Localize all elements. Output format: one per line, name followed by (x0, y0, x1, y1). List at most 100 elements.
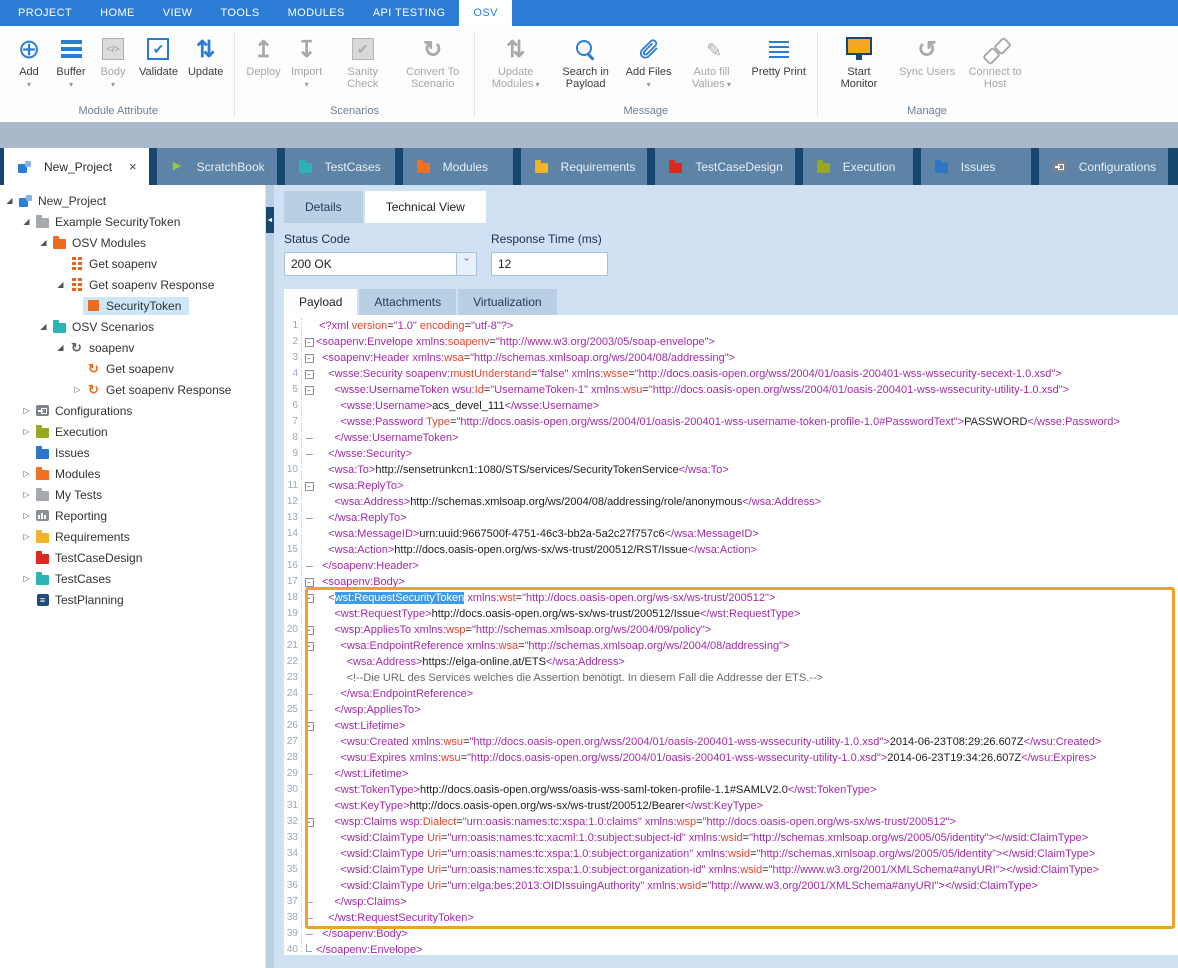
code-line[interactable]: 12 <wsa:Address>http://schemas.xmlsoap.o… (284, 494, 1178, 510)
code-line[interactable]: 2-<soapenv:Envelope xmlns:soapenv="http:… (284, 334, 1178, 350)
expander-icon[interactable]: ▷ (21, 511, 32, 520)
tree-item-osv-modules[interactable]: ◢OSV Modules (0, 232, 265, 253)
document-tab-new-project[interactable]: New_Project× (4, 148, 149, 185)
fold-toggle-icon[interactable]: - (305, 370, 314, 379)
import-button[interactable]: ↧Import▾ (286, 30, 328, 91)
document-tab-testcasedesign[interactable]: TestCaseDesign (655, 148, 794, 185)
tree-item-testcases[interactable]: ▷TestCases (0, 568, 265, 589)
expander-icon[interactable]: ▷ (21, 532, 32, 541)
code-line[interactable]: 7 <wsse:Password Type="http://docs.oasis… (284, 414, 1178, 430)
tree-item-get-soapenv[interactable]: Get soapenv (0, 253, 265, 274)
collapse-arrow-icon[interactable]: ◄ (266, 207, 274, 233)
tree-item-get-soapenv-response[interactable]: ▷↻Get soapenv Response (0, 379, 265, 400)
status-code-select[interactable]: 200 OK ˇ (284, 252, 477, 276)
response-time-input[interactable] (491, 252, 608, 276)
payload-code-editor[interactable]: 1 <?xml version="1.0" encoding="utf-8"?>… (284, 315, 1178, 955)
auto-fill-values-button[interactable]: ✐Auto fill Values ▾ (677, 30, 747, 93)
code-line[interactable]: 17- <soapenv:Body> (284, 574, 1178, 590)
document-tab-scratchbook[interactable]: ▶ScratchBook (157, 148, 277, 185)
search-in-payload-button[interactable]: Search in Payload (551, 30, 621, 92)
expander-icon[interactable]: ▷ (21, 469, 32, 478)
document-tab-issues[interactable]: Issues (921, 148, 1031, 185)
chevron-down-icon[interactable]: ˇ (456, 253, 476, 275)
code-line[interactable]: 25 </wsp:AppliesTo> (284, 702, 1178, 718)
fold-toggle-icon[interactable]: - (305, 578, 314, 587)
fold-toggle-icon[interactable]: - (305, 818, 314, 827)
code-line[interactable]: 31 <wst:KeyType>http://docs.oasis-open.o… (284, 798, 1178, 814)
code-line[interactable]: 14 <wsa:MessageID>urn:uuid:9667500f-4751… (284, 526, 1178, 542)
code-line[interactable]: 22 <wsa:Address>https://elga-online.at/E… (284, 654, 1178, 670)
menu-tab-modules[interactable]: MODULES (274, 0, 359, 26)
update-button[interactable]: ⇅Update (183, 30, 228, 80)
code-line[interactable]: 40</soapenv:Envelope> (284, 942, 1178, 955)
code-line[interactable]: 26- <wst:Lifetime> (284, 718, 1178, 734)
code-line[interactable]: 27 <wsu:Created xmlns:wsu="http://docs.o… (284, 734, 1178, 750)
buffer-button[interactable]: Buffer▾ (50, 30, 92, 91)
close-icon[interactable]: × (129, 161, 137, 173)
code-line[interactable]: 34 <wsid:ClaimType Uri="urn:oasis:names:… (284, 846, 1178, 862)
fold-toggle-icon[interactable]: - (305, 482, 314, 491)
code-line[interactable]: 6 <wsse:Username>acs_devel_111</wsse:Use… (284, 398, 1178, 414)
expander-icon[interactable]: ◢ (38, 322, 49, 331)
tree-item-securitytoken[interactable]: SecurityToken (0, 295, 265, 316)
code-line[interactable]: 20- <wsp:AppliesTo xmlns:wsp="http://sch… (284, 622, 1178, 638)
fold-toggle-icon[interactable]: - (305, 594, 314, 603)
expander-icon[interactable]: ▷ (21, 490, 32, 499)
fold-toggle-icon[interactable]: - (305, 338, 314, 347)
validate-button[interactable]: ✔Validate (134, 30, 183, 80)
fold-toggle-icon[interactable]: - (305, 626, 314, 635)
connect-to-host-button[interactable]: Connect to Host (960, 30, 1030, 92)
menu-tab-tools[interactable]: TOOLS (206, 0, 273, 26)
code-line[interactable]: 18- <wst:RequestSecurityToken xmlns:wst=… (284, 590, 1178, 606)
menu-tab-home[interactable]: HOME (86, 0, 149, 26)
tree-item-osv-scenarios[interactable]: ◢OSV Scenarios (0, 316, 265, 337)
code-line[interactable]: 15 <wsa:Action>http://docs.oasis-open.or… (284, 542, 1178, 558)
tree-item-testcasedesign[interactable]: TestCaseDesign (0, 547, 265, 568)
code-line[interactable]: 21- <wsa:EndpointReference xmlns:wsa="ht… (284, 638, 1178, 654)
deploy-button[interactable]: ↥Deploy (241, 30, 285, 80)
sanity-check-button[interactable]: ✔Sanity Check (328, 30, 398, 92)
tab-virtualization[interactable]: Virtualization (458, 289, 556, 315)
code-line[interactable]: 19 <wst:RequestType>http://docs.oasis-op… (284, 606, 1178, 622)
document-tab-modules[interactable]: Modules (403, 148, 513, 185)
code-line[interactable]: 32- <wsp:Claims wsp:Dialect="urn:oasis:n… (284, 814, 1178, 830)
document-tab-requirements[interactable]: Requirements (521, 148, 648, 185)
tree-item-issues[interactable]: Issues (0, 442, 265, 463)
code-line[interactable]: 38 </wst:RequestSecurityToken> (284, 910, 1178, 926)
expander-icon[interactable]: ▷ (21, 406, 32, 415)
tree-item-new-project[interactable]: ◢New_Project (0, 190, 265, 211)
tab-payload[interactable]: Payload (284, 289, 357, 315)
expander-icon[interactable]: ◢ (4, 196, 15, 205)
menu-tab-osv[interactable]: OSV (459, 0, 511, 26)
document-tab-configurations[interactable]: Configurations (1039, 148, 1168, 185)
sync-users-button[interactable]: ↺Sync Users (894, 30, 960, 80)
pretty-print-button[interactable]: Pretty Print (747, 30, 811, 80)
update-modules-button[interactable]: ⇅Update Modules ▾ (481, 30, 551, 93)
expander-icon[interactable]: ◢ (55, 343, 66, 352)
code-line[interactable]: 13 </wsa:ReplyTo> (284, 510, 1178, 526)
code-line[interactable]: 30 <wst:TokenType>http://docs.oasis-open… (284, 782, 1178, 798)
tree-item-example-securitytoken[interactable]: ◢Example SecurityToken (0, 211, 265, 232)
code-line[interactable]: 35 <wsid:ClaimType Uri="urn:oasis:names:… (284, 862, 1178, 878)
tree-item-reporting[interactable]: ▷Reporting (0, 505, 265, 526)
tab-technical-view[interactable]: Technical View (365, 191, 486, 223)
code-line[interactable]: 10 <wsa:To>http://sensetrunkcn1:1080/STS… (284, 462, 1178, 478)
fold-toggle-icon[interactable]: - (305, 386, 314, 395)
add-files-button[interactable]: Add Files▾ (621, 30, 677, 91)
panel-splitter[interactable]: ◄ (266, 185, 274, 968)
code-line[interactable]: 39 </soapenv:Body> (284, 926, 1178, 942)
expander-icon[interactable]: ▷ (21, 574, 32, 583)
fold-toggle-icon[interactable]: - (305, 354, 314, 363)
code-line[interactable]: 28 <wsu:Expires xmlns:wsu="http://docs.o… (284, 750, 1178, 766)
code-line[interactable]: 5- <wsse:UsernameToken wsu:Id="UsernameT… (284, 382, 1178, 398)
code-line[interactable]: 23 <!--Die URL des Services welches die … (284, 670, 1178, 686)
convert-to-scenario-button[interactable]: ↻Convert To Scenario (398, 30, 468, 92)
code-line[interactable]: 3- <soapenv:Header xmlns:wsa="http://sch… (284, 350, 1178, 366)
expander-icon[interactable]: ▷ (21, 427, 32, 436)
fold-toggle-icon[interactable]: - (305, 642, 314, 651)
tree-item-configurations[interactable]: ▷Configurations (0, 400, 265, 421)
tree-item-execution[interactable]: ▷Execution (0, 421, 265, 442)
code-line[interactable]: 29 </wst:Lifetime> (284, 766, 1178, 782)
code-line[interactable]: 37 </wsp:Claims> (284, 894, 1178, 910)
menu-tab-view[interactable]: VIEW (149, 0, 207, 26)
